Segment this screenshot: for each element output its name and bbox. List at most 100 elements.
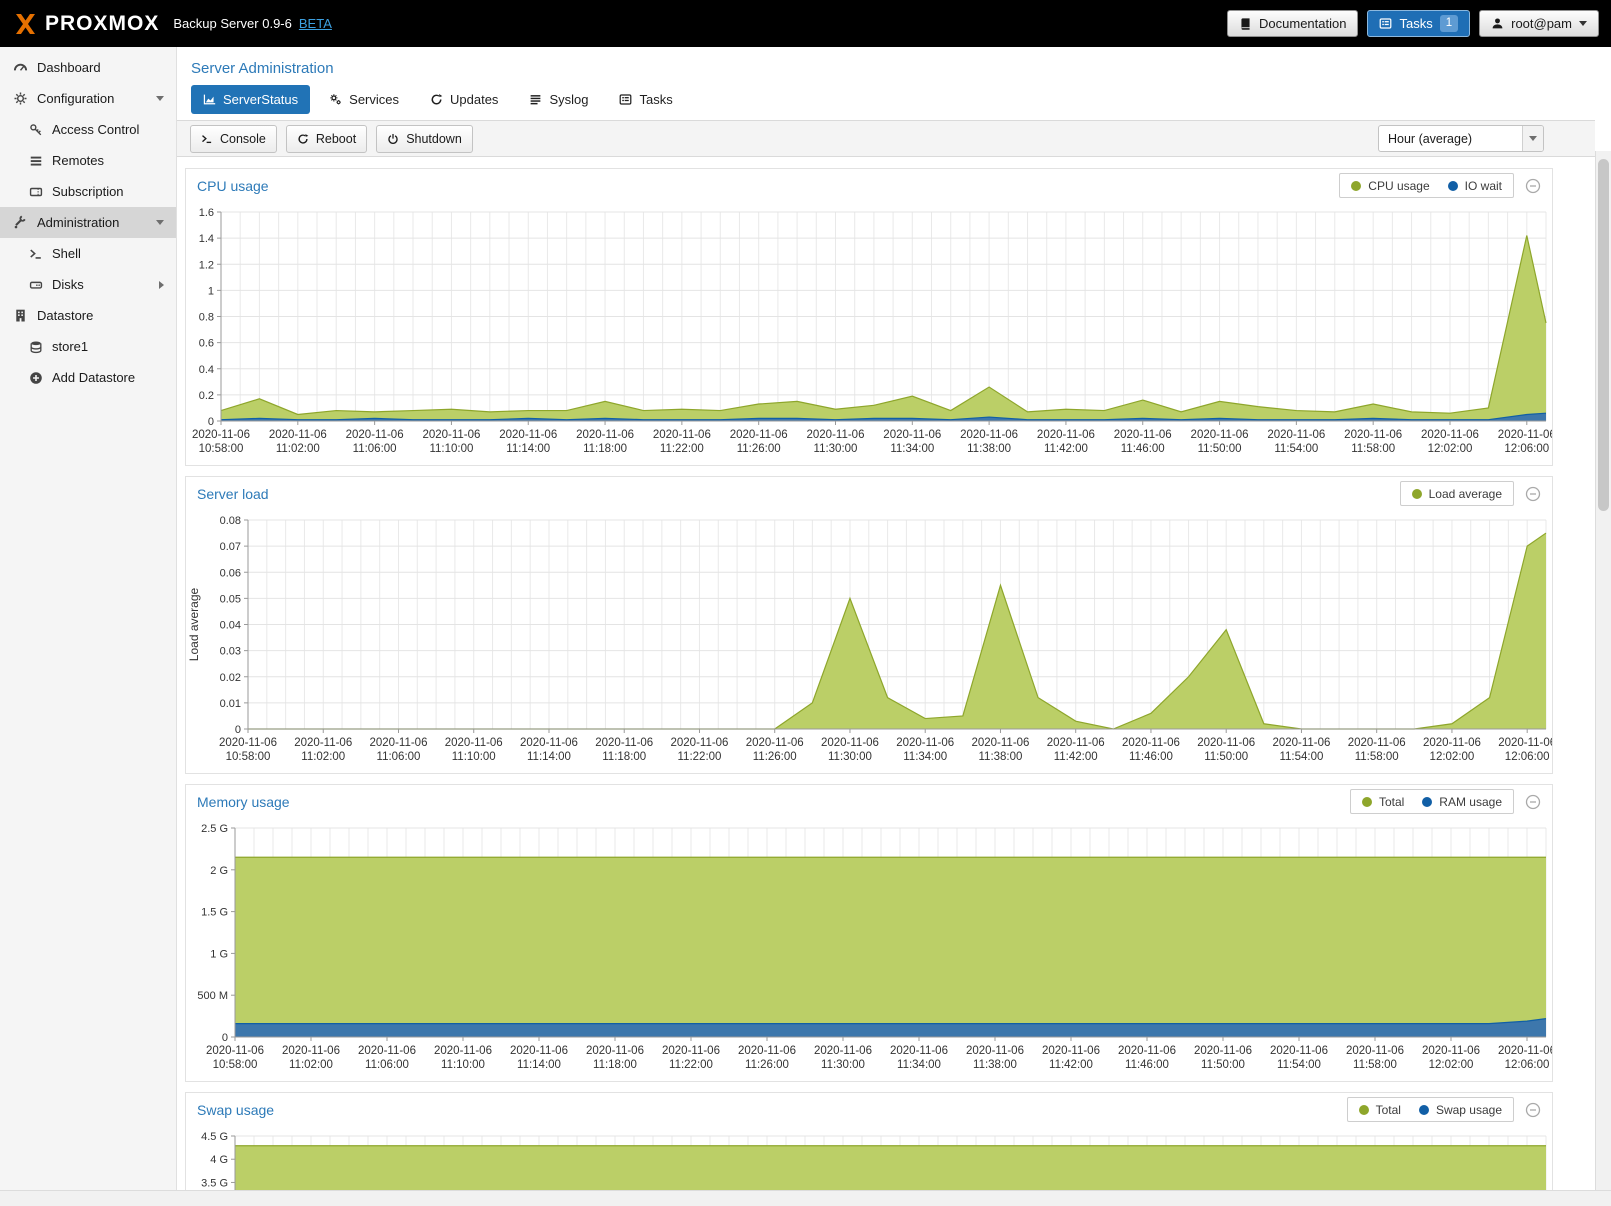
svg-text:2020-11-06: 2020-11-06 xyxy=(890,1045,948,1057)
svg-text:11:30:00: 11:30:00 xyxy=(828,751,872,763)
svg-text:2020-11-06: 2020-11-06 xyxy=(282,1045,340,1057)
plus-circle-icon xyxy=(29,371,43,385)
svg-text:4 G: 4 G xyxy=(210,1154,228,1166)
svg-text:11:18:00: 11:18:00 xyxy=(593,1059,637,1071)
cpu-usage-panel: CPU usage CPU usageIO wait 00.20.40.60.8… xyxy=(185,168,1553,466)
svg-text:2020-11-06: 2020-11-06 xyxy=(653,429,711,441)
svg-text:11:10:00: 11:10:00 xyxy=(452,751,496,763)
svg-text:2020-11-06: 2020-11-06 xyxy=(738,1045,796,1057)
area-chart-icon xyxy=(203,93,216,106)
legend-item[interactable]: RAM usage xyxy=(1422,795,1502,809)
legend-item[interactable]: Load average xyxy=(1412,487,1502,501)
svg-text:1.5 G: 1.5 G xyxy=(201,907,228,919)
beta-link[interactable]: BETA xyxy=(299,16,332,31)
svg-text:2020-11-06: 2020-11-06 xyxy=(1114,429,1172,441)
sidebar-item-dashboard[interactable]: Dashboard xyxy=(0,52,176,83)
sidebar-item-label: Administration xyxy=(37,215,119,230)
timeframe-select[interactable]: Hour (average) xyxy=(1378,125,1544,152)
button-label: Shutdown xyxy=(406,132,462,146)
legend-item[interactable]: Total xyxy=(1362,795,1404,809)
svg-text:0.6: 0.6 xyxy=(199,338,214,350)
legend-item[interactable]: IO wait xyxy=(1448,179,1502,193)
legend-item[interactable]: CPU usage xyxy=(1351,179,1429,193)
tab-services[interactable]: Services xyxy=(317,85,411,114)
chart-legend: Total Swap usage xyxy=(1347,1097,1514,1122)
vertical-scrollbar[interactable] xyxy=(1595,151,1611,1190)
svg-text:0.8: 0.8 xyxy=(199,312,214,324)
legend-color-dot xyxy=(1359,1105,1369,1115)
sidebar-item-shell[interactable]: Shell xyxy=(0,238,176,269)
tasks-count-badge: 1 xyxy=(1440,15,1458,32)
svg-text:11:34:00: 11:34:00 xyxy=(897,1059,941,1071)
svg-text:11:10:00: 11:10:00 xyxy=(441,1059,485,1071)
svg-text:2020-11-06: 2020-11-06 xyxy=(814,1045,872,1057)
svg-text:2020-11-06: 2020-11-06 xyxy=(1348,737,1406,749)
svg-text:2020-11-06: 2020-11-06 xyxy=(358,1045,416,1057)
sidebar-item-add-datastore[interactable]: Add Datastore xyxy=(0,362,176,393)
collapse-icon[interactable] xyxy=(1525,794,1541,810)
sidebar-item-disks[interactable]: Disks xyxy=(0,269,176,300)
horizontal-scrollbar[interactable] xyxy=(0,1190,1611,1206)
panel-title: Swap usage xyxy=(197,1102,274,1118)
list-alt-icon xyxy=(619,93,632,106)
sidebar-item-access-control[interactable]: Access Control xyxy=(0,114,176,145)
tab-tasks[interactable]: Tasks xyxy=(607,85,684,114)
tab-updates[interactable]: Updates xyxy=(418,85,510,114)
documentation-label: Documentation xyxy=(1259,16,1346,31)
chart-legend: Load average xyxy=(1400,481,1514,506)
server-load-chart: 00.010.020.030.040.050.060.070.082020-11… xyxy=(186,510,1552,773)
tasks-button[interactable]: Tasks 1 xyxy=(1367,10,1470,37)
svg-text:0.04: 0.04 xyxy=(220,620,241,632)
sidebar-item-store1[interactable]: store1 xyxy=(0,331,176,362)
page-title: Server Administration xyxy=(177,47,1595,84)
sidebar-item-subscription[interactable]: Subscription xyxy=(0,176,176,207)
legend-color-dot xyxy=(1419,1105,1429,1115)
swap-usage-panel: Swap usage TotalSwap usage 0500 M1 G1.5 … xyxy=(185,1092,1553,1190)
legend-item[interactable]: Swap usage xyxy=(1419,1103,1502,1117)
tab-syslog[interactable]: Syslog xyxy=(517,85,600,114)
svg-text:11:54:00: 11:54:00 xyxy=(1279,751,1323,763)
svg-text:2020-11-06: 2020-11-06 xyxy=(730,429,788,441)
legend-item[interactable]: Total xyxy=(1359,1103,1401,1117)
collapse-icon[interactable] xyxy=(1525,486,1541,502)
reboot-button[interactable]: Reboot xyxy=(286,125,367,153)
svg-text:11:14:00: 11:14:00 xyxy=(517,1059,561,1071)
list-icon xyxy=(29,154,43,168)
collapse-icon[interactable] xyxy=(1525,178,1541,194)
svg-text:2020-11-06: 2020-11-06 xyxy=(499,429,557,441)
key-icon xyxy=(29,123,43,137)
sidebar: Dashboard Configuration Access Control R… xyxy=(0,47,177,1190)
tab-serverstatus[interactable]: ServerStatus xyxy=(191,85,310,114)
svg-text:12:02:00: 12:02:00 xyxy=(1430,751,1475,763)
svg-text:11:58:00: 11:58:00 xyxy=(1351,443,1395,455)
svg-text:3.5 G: 3.5 G xyxy=(201,1177,228,1189)
svg-text:11:38:00: 11:38:00 xyxy=(967,443,1011,455)
svg-text:2020-11-06: 2020-11-06 xyxy=(1272,737,1330,749)
sidebar-item-remotes[interactable]: Remotes xyxy=(0,145,176,176)
svg-text:0.08: 0.08 xyxy=(220,515,241,527)
documentation-button[interactable]: Documentation xyxy=(1227,10,1358,37)
console-button[interactable]: Console xyxy=(190,125,277,153)
svg-text:0.07: 0.07 xyxy=(220,541,241,553)
memory-usage-chart: 0500 M1 G1.5 G2 G2.5 G2020-11-0610:58:00… xyxy=(186,818,1552,1081)
database-icon xyxy=(29,340,43,354)
sidebar-item-configuration[interactable]: Configuration xyxy=(0,83,176,114)
select-trigger[interactable] xyxy=(1522,126,1543,151)
svg-text:11:42:00: 11:42:00 xyxy=(1054,751,1098,763)
chevron-down-icon xyxy=(1529,136,1537,141)
sidebar-item-administration[interactable]: Administration xyxy=(0,207,176,238)
vertical-scrollbar-thumb[interactable] xyxy=(1598,159,1609,511)
svg-text:2020-11-06: 2020-11-06 xyxy=(821,737,879,749)
sidebar-item-datastore[interactable]: Datastore xyxy=(0,300,176,331)
user-menu-button[interactable]: root@pam xyxy=(1479,10,1599,37)
timeframe-value: Hour (average) xyxy=(1379,132,1522,146)
svg-text:2020-11-06: 2020-11-06 xyxy=(1047,737,1105,749)
tab-label: Updates xyxy=(450,92,498,107)
svg-text:1: 1 xyxy=(208,285,214,297)
collapse-icon[interactable] xyxy=(1525,1102,1541,1118)
svg-text:2 G: 2 G xyxy=(210,865,228,877)
svg-text:11:26:00: 11:26:00 xyxy=(745,1059,789,1071)
svg-text:11:30:00: 11:30:00 xyxy=(814,443,858,455)
svg-text:1.6: 1.6 xyxy=(199,207,214,219)
shutdown-button[interactable]: Shutdown xyxy=(376,125,473,153)
